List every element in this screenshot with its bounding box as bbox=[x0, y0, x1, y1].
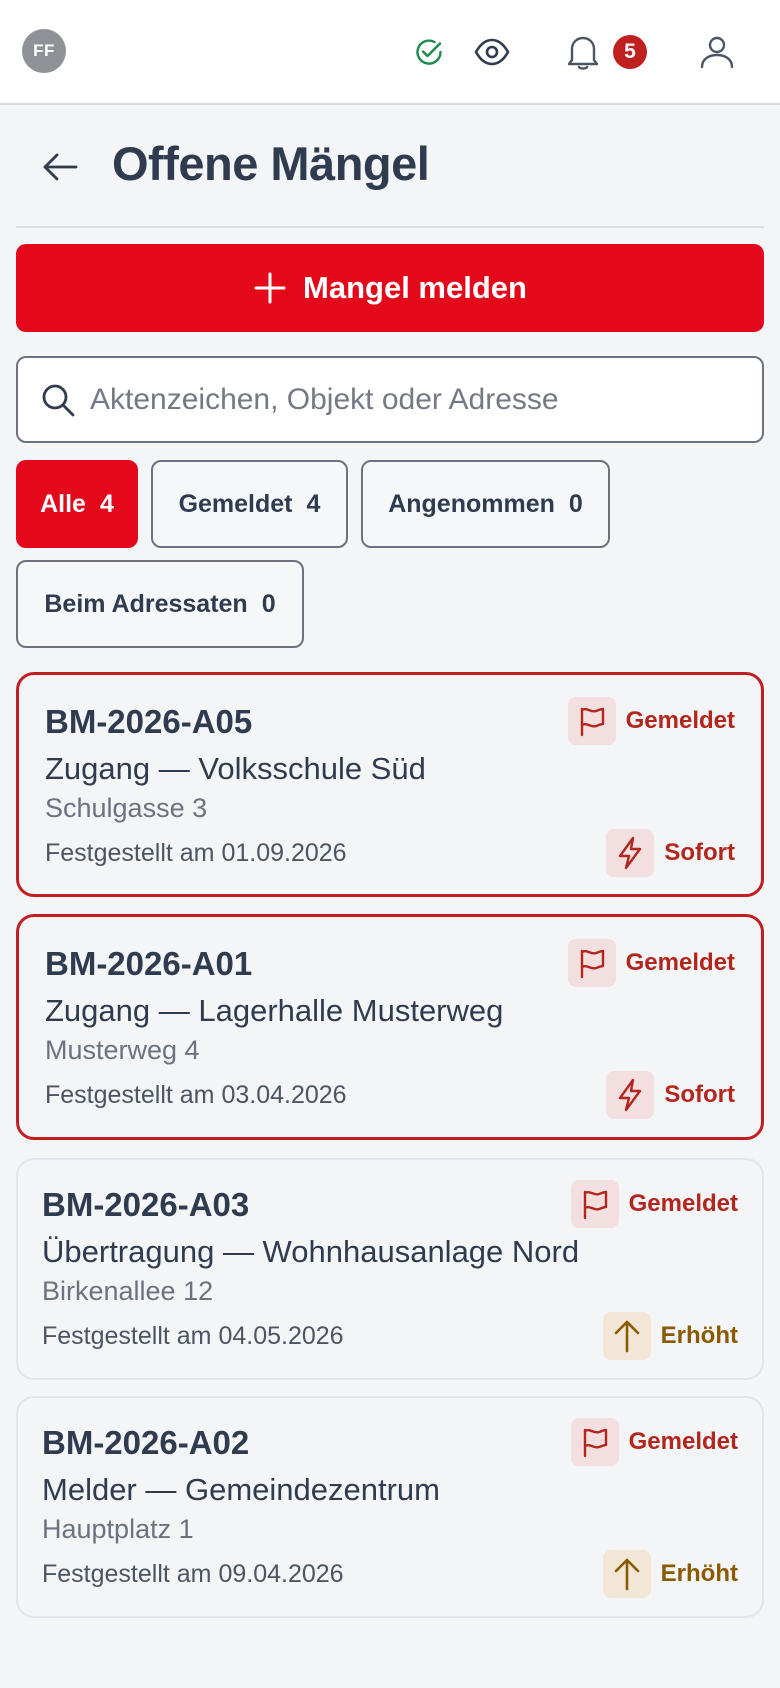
report-defect-label: Mangel melden bbox=[303, 270, 527, 305]
defect-reference: BM-2026-A01 bbox=[45, 945, 253, 982]
back-arrow-icon[interactable] bbox=[38, 145, 82, 189]
flag-icon bbox=[570, 1418, 619, 1466]
notification-badge: 5 bbox=[613, 35, 647, 69]
status-badge: Gemeldet bbox=[570, 1180, 738, 1228]
filter-label: Beim Adressaten bbox=[44, 589, 248, 618]
check-circle-icon[interactable] bbox=[407, 30, 451, 74]
defect-card[interactable]: BM-2026-A05 Zugang — Volksschule Süd Sch… bbox=[16, 672, 764, 897]
report-defect-button[interactable]: Mangel melden bbox=[16, 244, 764, 332]
flag-icon bbox=[567, 939, 616, 987]
flag-icon bbox=[570, 1180, 619, 1228]
plus-icon bbox=[254, 272, 286, 304]
filter-label: Angenommen bbox=[388, 489, 555, 518]
flag-icon bbox=[567, 697, 616, 745]
user-icon[interactable] bbox=[695, 30, 739, 74]
defect-title: Zugang — Volksschule Süd bbox=[45, 751, 426, 786]
arrow-up-icon bbox=[602, 1550, 651, 1598]
search-icon bbox=[40, 382, 76, 418]
filter-count: 0 bbox=[261, 589, 276, 618]
lightning-icon bbox=[606, 1071, 655, 1119]
page-title: Offene Mängel bbox=[112, 137, 430, 190]
bell-icon[interactable] bbox=[561, 30, 605, 74]
status-badge: Gemeldet bbox=[567, 697, 735, 745]
defect-card[interactable]: BM-2026-A03 Übertragung — Wohnhausanlage… bbox=[16, 1158, 764, 1380]
priority-badge: Erhöht bbox=[602, 1550, 738, 1598]
eye-icon[interactable] bbox=[470, 30, 514, 74]
priority-badge: Erhöht bbox=[602, 1312, 738, 1360]
defect-reference: BM-2026-A03 bbox=[42, 1186, 250, 1223]
defect-reference: BM-2026-A02 bbox=[42, 1424, 250, 1461]
defect-title: Übertragung — Wohnhausanlage Nord bbox=[42, 1234, 580, 1269]
top-bar: FF 5 bbox=[0, 0, 780, 105]
filter-count: 0 bbox=[568, 489, 583, 518]
defect-date: Festgestellt am 04.05.2026 bbox=[42, 1322, 344, 1350]
defect-card[interactable]: BM-2026-A01 Zugang — Lagerhalle Musterwe… bbox=[16, 914, 764, 1140]
divider bbox=[16, 226, 764, 228]
defect-address: Birkenallee 12 bbox=[42, 1276, 214, 1306]
filter-chip-gemeldet[interactable]: Gemeldet 4 bbox=[151, 460, 348, 548]
filter-chip-alle[interactable]: Alle 4 bbox=[16, 460, 138, 548]
defect-date: Festgestellt am 03.04.2026 bbox=[45, 1081, 347, 1109]
defect-title: Melder — Gemeindezentrum bbox=[42, 1472, 440, 1507]
status-badge: Gemeldet bbox=[567, 939, 735, 987]
defect-title: Zugang — Lagerhalle Musterweg bbox=[45, 993, 504, 1028]
priority-badge: Sofort bbox=[606, 829, 735, 877]
priority-badge: Sofort bbox=[606, 1071, 735, 1119]
defect-address: Hauptplatz 1 bbox=[42, 1514, 194, 1544]
search-input[interactable] bbox=[90, 382, 730, 417]
status-badge: Gemeldet bbox=[570, 1418, 738, 1466]
filter-count: 4 bbox=[306, 489, 321, 518]
filter-count: 4 bbox=[99, 489, 114, 518]
filter-chip-angenommen[interactable]: Angenommen 0 bbox=[361, 460, 610, 548]
filter-chip-beim-adressaten[interactable]: Beim Adressaten 0 bbox=[16, 560, 304, 648]
arrow-up-icon bbox=[602, 1312, 651, 1360]
lightning-icon bbox=[606, 829, 655, 877]
defect-date: Festgestellt am 01.09.2026 bbox=[45, 839, 347, 867]
avatar[interactable]: FF bbox=[22, 29, 66, 73]
filter-label: Gemeldet bbox=[178, 489, 293, 518]
defect-address: Musterweg 4 bbox=[45, 1035, 200, 1065]
defect-date: Festgestellt am 09.04.2026 bbox=[42, 1560, 344, 1588]
search-box[interactable] bbox=[16, 356, 764, 443]
defect-card[interactable]: BM-2026-A02 Melder — Gemeindezentrum Hau… bbox=[16, 1396, 764, 1618]
defect-reference: BM-2026-A05 bbox=[45, 703, 253, 740]
defect-address: Schulgasse 3 bbox=[45, 793, 208, 823]
filter-label: Alle bbox=[40, 489, 86, 518]
